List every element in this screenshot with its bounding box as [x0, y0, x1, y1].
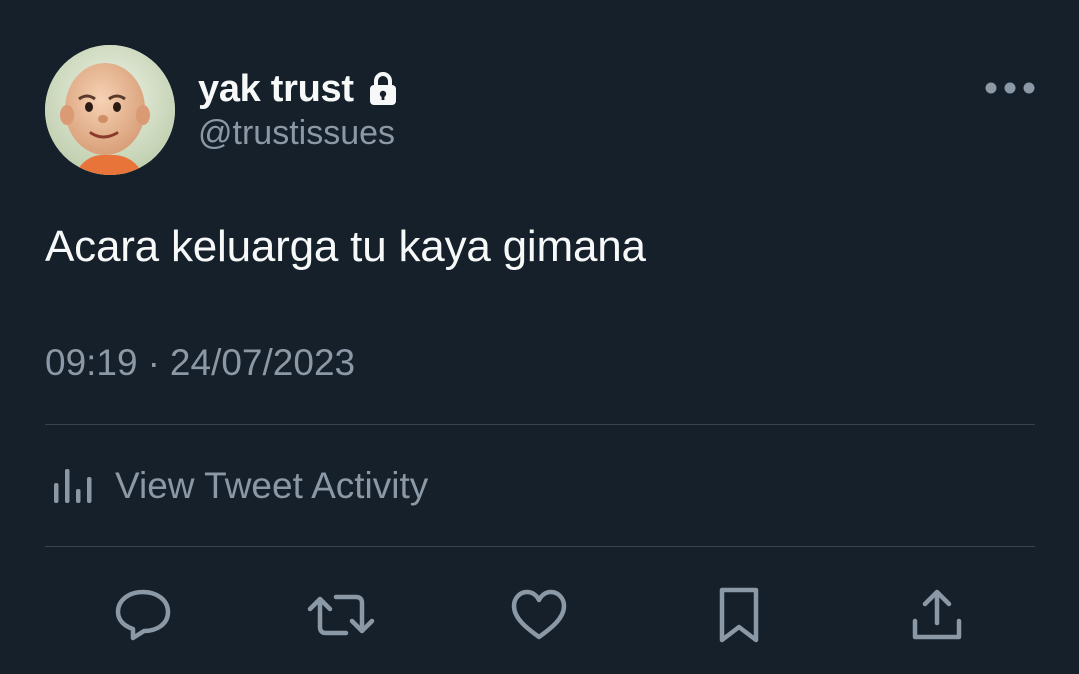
tweet-detail: yak trust @trustissues Acara keluarga tu… [0, 0, 1079, 674]
bookmark-icon [719, 587, 759, 643]
meta-separator: · [147, 342, 160, 383]
divider [45, 546, 1035, 547]
tweet-timestamp[interactable]: 09:19 · 24/07/2023 [45, 342, 355, 384]
tweet-date: 24/07/2023 [169, 342, 356, 383]
author-handle[interactable]: @trustissues [198, 114, 395, 153]
like-button[interactable] [504, 580, 574, 650]
heart-icon [511, 589, 567, 640]
divider [45, 424, 1035, 425]
share-button[interactable] [902, 580, 972, 650]
retweet-button[interactable] [306, 580, 376, 650]
avatar[interactable] [45, 45, 175, 175]
tweet-time: 09:19 [45, 342, 138, 383]
author-name-row: yak trust [198, 66, 398, 112]
view-tweet-activity-link[interactable]: View Tweet Activity [45, 456, 428, 516]
reply-button[interactable] [108, 580, 178, 650]
analytics-bar-chart-icon [54, 469, 92, 503]
display-name[interactable]: yak trust [198, 68, 354, 111]
bookmark-button[interactable] [704, 580, 774, 650]
retweet-arrows-icon [307, 594, 375, 636]
lock-icon [368, 71, 398, 107]
more-dots-icon [985, 82, 1035, 94]
share-upload-icon [912, 589, 962, 640]
tweet-action-bar [0, 580, 1079, 650]
more-options-button[interactable] [978, 70, 1042, 106]
avatar-image [45, 45, 175, 175]
tweet-text: Acara keluarga tu kaya gimana [45, 222, 646, 271]
view-tweet-activity-label: View Tweet Activity [115, 465, 429, 506]
reply-speech-bubble-icon [115, 589, 171, 641]
